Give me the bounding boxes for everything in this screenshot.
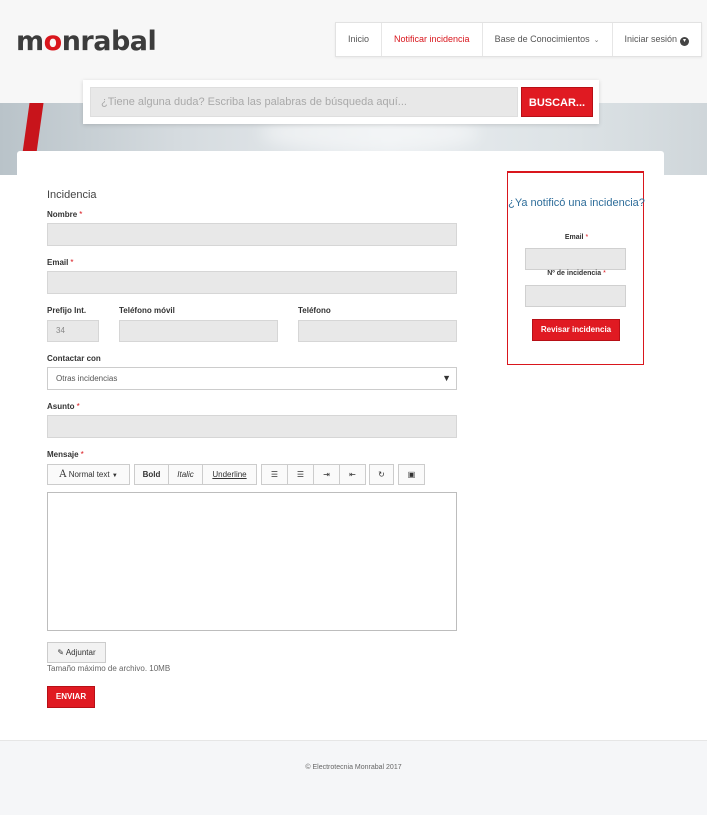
contactar-select[interactable]: Otras incidencias ▼ <box>47 367 457 390</box>
nav-item-base-conocimientos[interactable]: Base de Conocimientos ⌄ <box>483 23 613 56</box>
link-icon[interactable]: ↻ <box>369 464 394 485</box>
outdent-icon[interactable]: ⇤ <box>340 465 365 484</box>
chevron-down-icon: ⌄ <box>593 37 600 44</box>
prefijo-field[interactable]: 34 <box>47 320 99 342</box>
movil-field[interactable] <box>119 320 278 342</box>
nombre-field[interactable] <box>47 223 457 246</box>
unordered-list-icon[interactable]: ☰ <box>288 465 314 484</box>
bold-button[interactable]: Bold <box>135 465 169 484</box>
attach-label: Adjuntar <box>65 648 96 657</box>
top-nav: Inicio Notificar incidencia Base de Cono… <box>335 22 703 57</box>
nombre-label: Nombre * <box>47 210 82 219</box>
asunto-label: Asunto * <box>47 402 80 411</box>
ordered-list-icon[interactable]: ☰ <box>262 465 288 484</box>
side-title: ¿Ya notificó una incidencia? <box>508 197 645 209</box>
required-mark: * <box>76 402 80 411</box>
nav-label: Inicio <box>348 34 370 44</box>
nav-item-iniciar-sesion[interactable]: Iniciar sesión ▾ <box>613 23 702 56</box>
search-button[interactable]: BUSCAR... <box>521 87 593 117</box>
side-num-field[interactable] <box>525 285 626 307</box>
footer: © Electrotecnia Monrabal 2017 <box>0 740 707 815</box>
form-title: Incidencia <box>47 189 97 201</box>
search-input[interactable]: ¿Tiene alguna duda? Escriba las palabras… <box>90 87 518 117</box>
label-text: Asunto <box>47 402 75 411</box>
text-format-group: Bold Italic Underline <box>134 464 257 485</box>
logo-text-o: o <box>43 26 63 57</box>
message-editor[interactable] <box>47 492 457 631</box>
font-style-label: Normal text <box>68 470 110 479</box>
mensaje-label: Mensaje * <box>47 450 84 459</box>
label-text: Nº de incidencia <box>547 270 602 277</box>
nav-label: Iniciar sesión <box>624 34 678 44</box>
italic-button[interactable]: Italic <box>169 465 203 484</box>
caret-down-icon: ▼ <box>442 373 451 383</box>
image-icon[interactable]: ▣ <box>398 464 425 485</box>
caret-down-icon: ▼ <box>111 473 118 479</box>
indent-icon[interactable]: ⇥ <box>314 465 340 484</box>
required-mark: * <box>70 258 74 267</box>
required-mark: * <box>79 210 83 219</box>
font-icon: A <box>59 469 67 480</box>
side-email-field[interactable] <box>525 248 626 270</box>
submit-button[interactable]: ENVIAR <box>47 686 95 708</box>
list-indent-group: ☰ ☰ ⇥ ⇤ <box>261 464 366 485</box>
nav-label: Notificar incidencia <box>394 34 470 44</box>
underline-button[interactable]: Underline <box>203 465 256 484</box>
label-text: Email <box>564 234 584 241</box>
check-incident-button[interactable]: Revisar incidencia <box>532 319 620 341</box>
prefijo-label: Prefijo Int. <box>47 306 87 315</box>
required-mark: * <box>603 270 606 277</box>
contactar-label: Contactar con <box>47 354 101 363</box>
asunto-field[interactable] <box>47 415 457 438</box>
nav-label: Base de Conocimientos <box>494 34 590 44</box>
font-style-dropdown[interactable]: A Normal text ▼ <box>47 464 130 485</box>
search-box: ¿Tiene alguna duda? Escriba las palabras… <box>83 80 599 124</box>
required-mark: * <box>585 234 589 241</box>
attach-button[interactable]: ✎ Adjuntar <box>47 642 106 663</box>
nav-item-inicio[interactable]: Inicio <box>336 23 383 56</box>
check-incident-panel: ¿Ya notificó una incidencia? Email * Nº … <box>507 171 645 365</box>
label-text: Mensaje <box>47 450 79 459</box>
logo[interactable]: monrabal <box>16 26 157 57</box>
select-value: Otras incidencias <box>56 374 118 383</box>
telefono-field[interactable] <box>298 320 457 342</box>
side-num-label: Nº de incidencia * <box>508 270 645 277</box>
email-label: Email * <box>47 258 73 267</box>
label-text: Email <box>47 258 69 267</box>
nav-item-notificar-incidencia[interactable]: Notificar incidencia <box>382 23 483 56</box>
attach-note: Tamaño máximo de archivo. 10MB <box>47 664 171 673</box>
footer-copyright: © Electrotecnia Monrabal 2017 <box>305 764 402 771</box>
required-mark: * <box>80 450 84 459</box>
label-text: Nombre <box>47 210 78 219</box>
chevron-circle-down-icon: ▾ <box>680 37 690 46</box>
telefono-label: Teléfono <box>298 306 331 315</box>
movil-label: Teléfono móvil <box>119 306 175 315</box>
side-email-label: Email * <box>508 234 645 241</box>
email-field[interactable] <box>47 271 457 294</box>
logo-text-pre: m <box>16 26 44 57</box>
logo-text-post: nrabal <box>61 26 157 57</box>
paperclip-icon: ✎ <box>57 648 65 657</box>
